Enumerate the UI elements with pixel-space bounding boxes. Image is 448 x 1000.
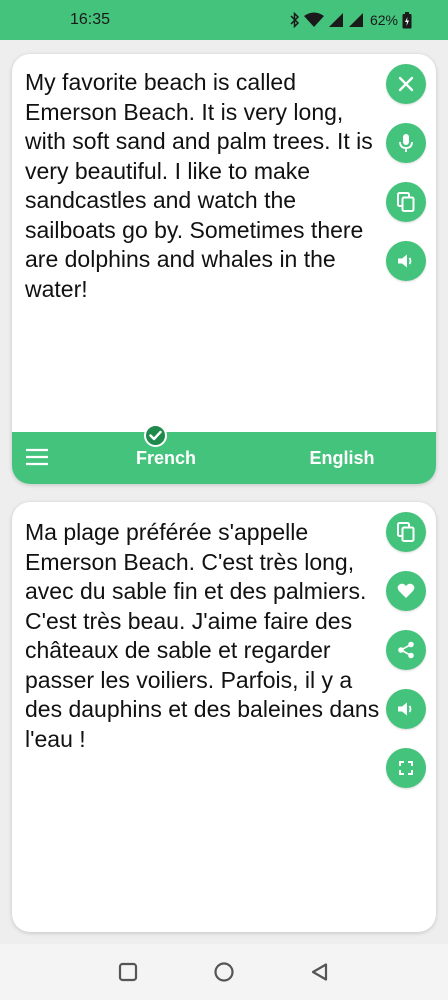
copy-translation-button[interactable] <box>386 512 426 552</box>
copy-icon <box>397 192 415 212</box>
check-icon <box>149 430 162 441</box>
recent-apps-icon[interactable] <box>118 962 138 982</box>
source-language-selector[interactable]: French <box>125 448 207 469</box>
copy-source-button[interactable] <box>386 182 426 222</box>
battery-level: 62% <box>369 12 398 28</box>
selected-language-badge <box>144 424 167 447</box>
speaker-icon <box>398 254 412 268</box>
share-icon <box>398 641 414 659</box>
language-bar: French English <box>12 432 436 484</box>
source-text[interactable]: My favorite beach is called Emerson Beac… <box>25 68 387 304</box>
source-card: My favorite beach is called Emerson Beac… <box>12 54 436 484</box>
status-icons: 62% <box>290 11 412 29</box>
fullscreen-icon <box>399 761 413 775</box>
signal-icon <box>328 13 343 27</box>
home-icon[interactable] <box>213 961 235 983</box>
status-bar: 16:35 62% <box>0 0 448 40</box>
favorite-button[interactable] <box>386 571 426 611</box>
translation-card: Ma plage préférée s'appelle Emerson Beac… <box>12 502 436 932</box>
close-icon <box>398 76 414 92</box>
bluetooth-icon <box>290 12 300 28</box>
speak-translation-button[interactable] <box>386 689 426 729</box>
microphone-icon <box>399 134 413 152</box>
speaker-icon <box>398 702 412 716</box>
status-time: 16:35 <box>70 11 111 28</box>
copy-icon <box>397 522 415 542</box>
target-language-selector[interactable]: English <box>300 448 384 469</box>
fullscreen-button[interactable] <box>386 748 426 788</box>
microphone-button[interactable] <box>386 123 426 163</box>
back-icon[interactable] <box>310 962 330 982</box>
translation-actions <box>386 512 426 788</box>
navigation-bar <box>0 944 448 1000</box>
wifi-icon <box>303 12 324 27</box>
signal-icon <box>348 13 363 27</box>
heart-icon <box>397 583 415 598</box>
share-button[interactable] <box>386 630 426 670</box>
clear-button[interactable] <box>386 64 426 104</box>
battery-icon <box>402 11 412 28</box>
source-actions <box>386 64 426 281</box>
translation-text: Ma plage préférée s'appelle Emerson Beac… <box>25 519 380 752</box>
speak-source-button[interactable] <box>386 241 426 281</box>
menu-icon[interactable] <box>26 448 48 466</box>
